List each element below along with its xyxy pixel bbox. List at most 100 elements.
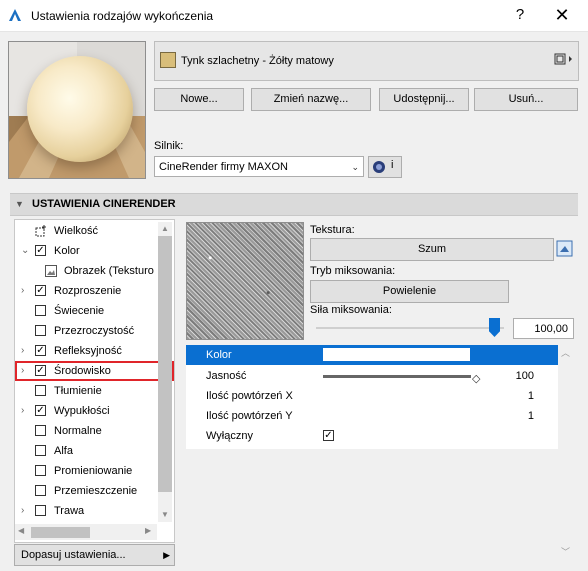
texture-label: Tekstura: (310, 224, 355, 236)
tree-scroll-thumb[interactable] (158, 236, 172, 492)
cinerender-settings-header[interactable]: ▼ USTAWIENIA CINERENDER (10, 193, 578, 216)
tree-item[interactable]: › Trawa (15, 501, 174, 521)
rename-button[interactable]: Zmień nazwę... (251, 88, 371, 111)
share-button[interactable]: Udostępnij... (379, 88, 469, 111)
chevron-right-icon[interactable]: › (21, 501, 24, 521)
tree-item[interactable]: Promieniowanie (15, 461, 174, 481)
properties-table: Kolor Jasność ◇ 100 Ilość powtórzeń X 1 … (186, 345, 558, 449)
texture-edit-icon[interactable] (555, 238, 575, 259)
property-row-brightness[interactable]: Jasność ◇ 100 (186, 366, 558, 386)
tree-item-label: Obrazek (Teksturo (64, 265, 154, 277)
channel-checkbox[interactable]: ✓ (35, 405, 46, 416)
tree-item[interactable]: › ✓ Wypukłości (15, 401, 174, 421)
channel-checkbox[interactable] (35, 465, 46, 476)
tree-hscroll-thumb[interactable] (31, 527, 90, 538)
adjust-settings-label: Dopasuj ustawienia... (21, 549, 126, 561)
channel-checkbox[interactable] (35, 385, 46, 396)
help-button[interactable]: ? (505, 3, 535, 27)
scroll-down-icon[interactable]: ▼ (161, 510, 169, 519)
tree-item[interactable]: › ✓ Środowisko (15, 361, 174, 381)
adjust-settings-button[interactable]: Dopasuj ustawienia... ▶ (14, 544, 175, 566)
tree-item-label: Wypukłości (54, 405, 110, 417)
blend-strength-slider-track[interactable] (316, 327, 504, 329)
size-icon (35, 225, 46, 237)
chevron-right-icon[interactable]: › (21, 401, 24, 421)
delete-button[interactable]: Usuń... (474, 88, 578, 111)
blend-mode-button[interactable]: Powielenie (310, 280, 509, 303)
property-value[interactable]: 100 (516, 366, 534, 386)
tree-item-label: Alfa (54, 445, 73, 457)
exclusive-checkbox[interactable]: ✓ (323, 430, 334, 441)
property-row-repeat-x[interactable]: Ilość powtórzeń X 1 (186, 386, 558, 406)
material-name: Tynk szlachetny - Żółty matowy (181, 55, 334, 67)
properties-scrollbar[interactable]: ︿ ﹀ (559, 345, 573, 559)
scroll-up-icon[interactable]: ▲ (161, 224, 169, 233)
tree-item[interactable]: Przemieszczenie (15, 481, 174, 501)
material-menu-icon[interactable] (554, 52, 574, 66)
tree-item[interactable]: › ✓ Refleksyjność (15, 341, 174, 361)
property-name: Wyłączny (206, 430, 253, 442)
tree-item-label: Normalne (54, 425, 102, 437)
tree-item[interactable]: Normalne (15, 421, 174, 441)
tree-item[interactable]: Obrazek (Teksturo (15, 261, 174, 281)
property-row-exclusive[interactable]: Wyłączny ✓ (186, 426, 558, 446)
window-title: Ustawienia rodzajów wykończenia (31, 9, 214, 23)
close-button[interactable]: ✕ (545, 3, 579, 27)
channel-tree: Wielkość ⌄ ✓ Kolor Obrazek (Teksturo › ✓ Rozpro… (14, 219, 175, 543)
chevron-down-icon[interactable]: ⌄ (21, 241, 29, 261)
tree-item[interactable]: Przezroczystość (15, 321, 174, 341)
engine-select[interactable]: CineRender firmy MAXON ⌄ (154, 156, 364, 177)
channel-checkbox[interactable] (35, 485, 46, 496)
tree-item[interactable]: Tłumienie (15, 381, 174, 401)
scroll-down-icon[interactable]: ﹀ (561, 545, 570, 558)
tree-item[interactable]: Wielkość (15, 221, 174, 241)
property-value[interactable]: 1 (528, 406, 534, 426)
blend-strength-slider-thumb[interactable] (489, 318, 500, 337)
tree-item-label: Rozproszenie (54, 285, 122, 297)
image-icon (45, 265, 57, 277)
new-button[interactable]: Nowe... (154, 88, 244, 111)
blend-strength-label: Siła miksowania: (310, 304, 392, 316)
tree-item[interactable]: Alfa (15, 441, 174, 461)
tree-item-label: Przemieszczenie (54, 485, 138, 497)
channel-checkbox[interactable] (35, 505, 46, 516)
property-row-repeat-y[interactable]: Ilość powtórzeń Y 1 (186, 406, 558, 426)
property-value[interactable]: 1 (528, 386, 534, 406)
section-title: USTAWIENIA CINERENDER (32, 198, 176, 210)
channel-checkbox[interactable]: ✓ (35, 285, 46, 296)
chevron-right-icon[interactable]: › (21, 361, 24, 381)
tree-item-label: Tłumienie (54, 385, 102, 397)
tree-item-label: Wielkość (54, 225, 99, 237)
tree-item-label: Świecenie (54, 305, 105, 317)
channel-checkbox[interactable] (35, 305, 46, 316)
color-swatch-field[interactable] (323, 348, 470, 361)
channel-checkbox[interactable] (35, 425, 46, 436)
channel-checkbox[interactable]: ✓ (35, 365, 46, 376)
info-icon: i (391, 159, 394, 171)
tree-item-label: Trawa (54, 505, 85, 517)
chevron-right-icon[interactable]: › (21, 341, 24, 361)
chevron-right-icon[interactable]: › (21, 281, 24, 301)
blend-strength-field[interactable]: 100,00 (513, 318, 574, 339)
tree-item[interactable]: ⌄ ✓ Kolor (15, 241, 174, 261)
channel-checkbox[interactable] (35, 445, 46, 456)
channel-checkbox[interactable] (35, 325, 46, 336)
scroll-right-icon[interactable]: ▶ (145, 526, 151, 535)
tree-item-label: Kolor (54, 245, 80, 257)
tree-item[interactable]: › ✓ Rozproszenie (15, 281, 174, 301)
scroll-left-icon[interactable]: ◀ (18, 526, 24, 535)
tree-item-label: Przezroczystość (54, 325, 135, 337)
property-row-color[interactable]: Kolor (186, 345, 558, 365)
property-name: Ilość powtórzeń X (206, 390, 293, 402)
tree-item[interactable]: Świecenie (15, 301, 174, 321)
brightness-slider-track[interactable] (323, 375, 471, 378)
archicad-logo-icon (8, 8, 22, 22)
channel-checkbox[interactable]: ✓ (35, 245, 46, 256)
blend-mode-label: Tryb miksowania: (310, 265, 396, 277)
scroll-up-icon[interactable]: ︿ (561, 346, 570, 359)
property-name: Jasność (206, 370, 247, 382)
texture-button[interactable]: Szum (310, 238, 554, 261)
channel-checkbox[interactable]: ✓ (35, 345, 46, 356)
tree-item-label: Promieniowanie (54, 465, 133, 477)
engine-info-button[interactable]: i (368, 156, 402, 178)
